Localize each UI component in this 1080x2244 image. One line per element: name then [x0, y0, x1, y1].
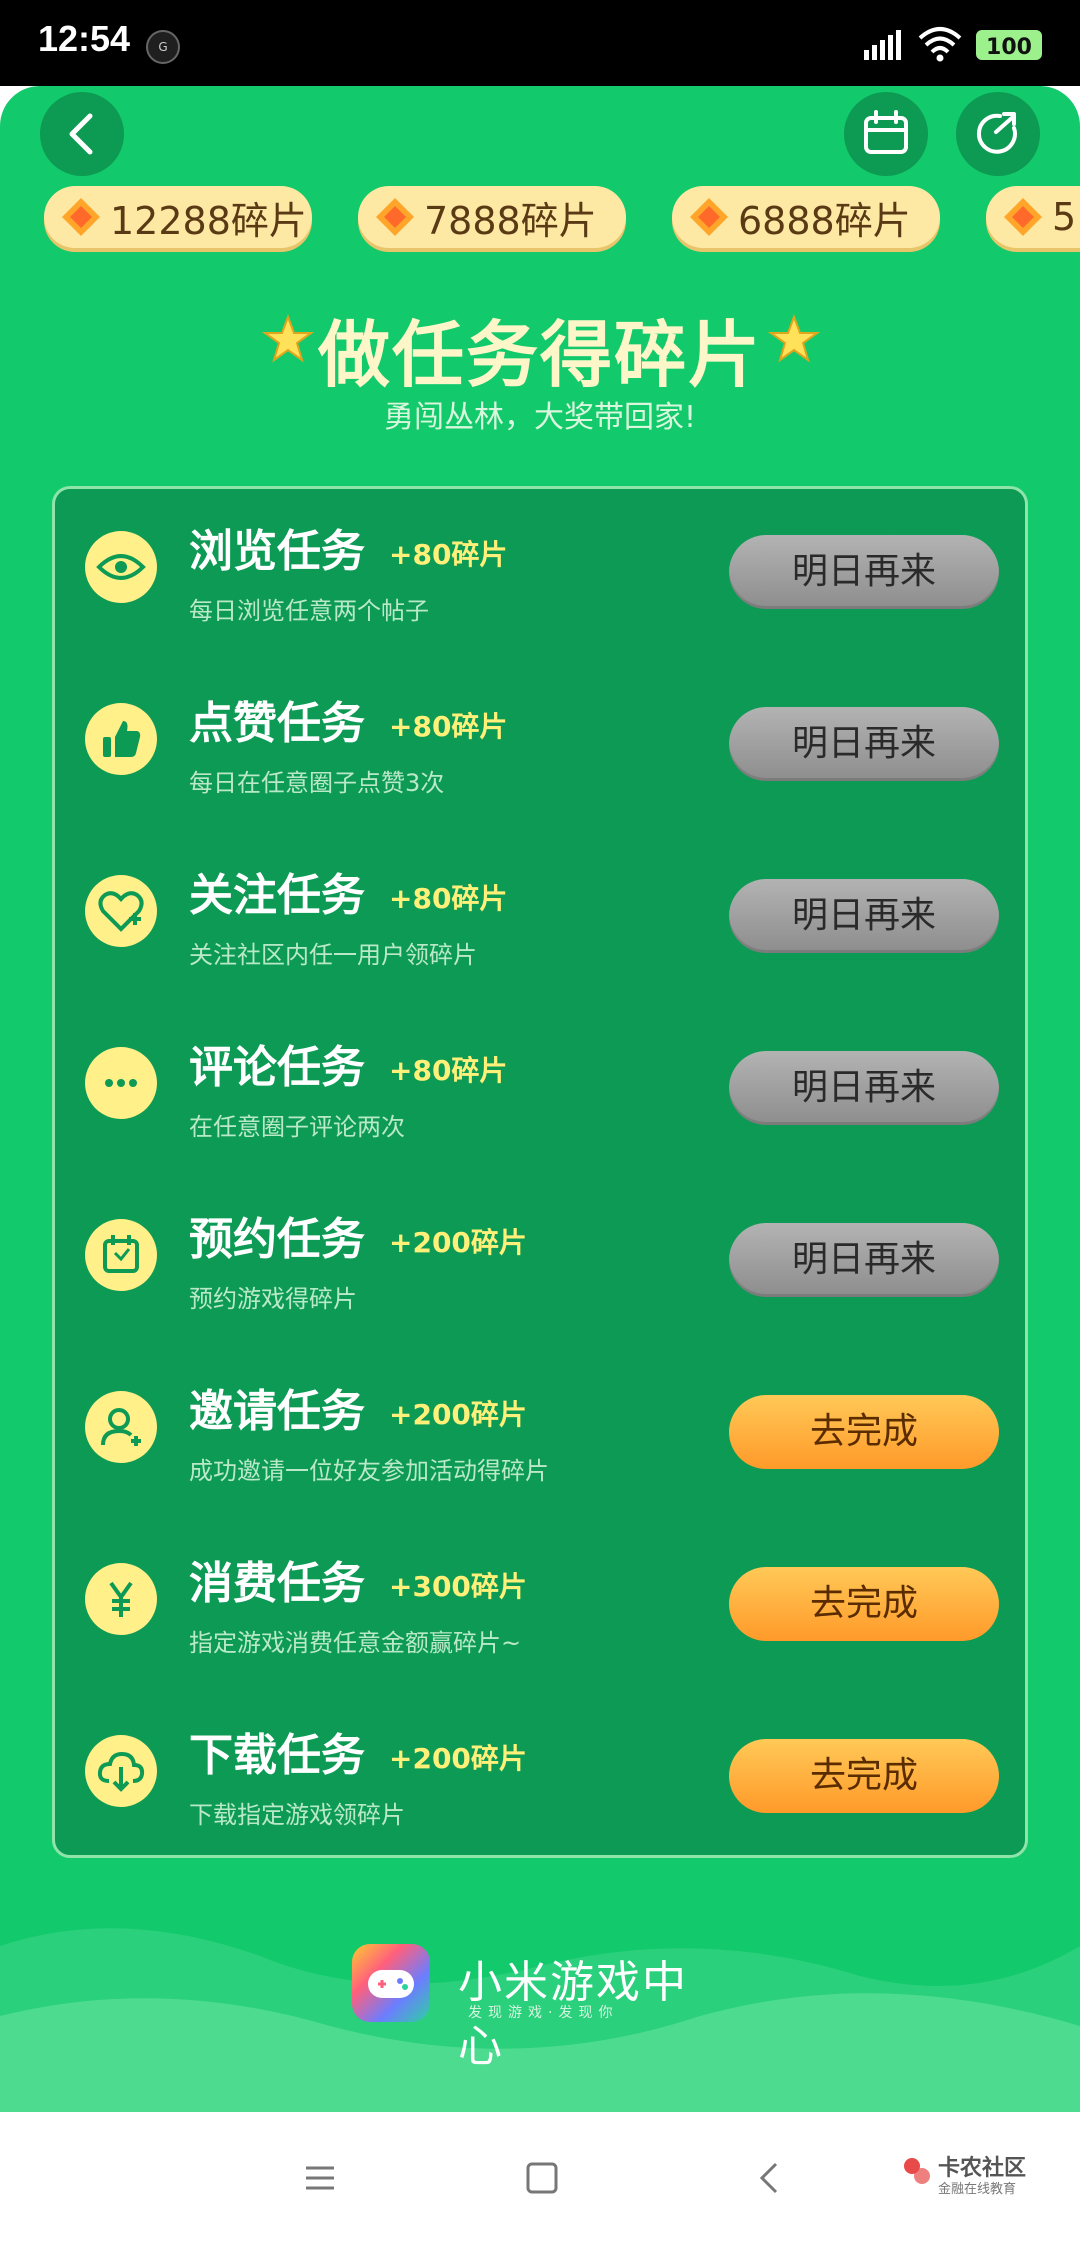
back-button[interactable]: [40, 92, 124, 176]
task-row: 点赞任务 +80碎片 每日在任意圈子点赞3次 明日再来: [55, 661, 1025, 811]
task-reward: +80碎片: [389, 710, 508, 743]
watermark-logo-icon: [904, 2158, 930, 2184]
fragment-chip-label: 7888碎片: [424, 198, 597, 243]
calendar-icon: [85, 1219, 157, 1291]
task-description: 每日在任意圈子点赞3次: [189, 769, 445, 797]
task-panel: 浏览任务 +80碎片 每日浏览任意两个帖子 明日再来 点赞任务 +80碎片 每日…: [52, 486, 1028, 1858]
task-description: 下载指定游戏领碎片: [189, 1801, 405, 1829]
home-icon[interactable]: [522, 2158, 562, 2198]
task-row: 预约任务 +200碎片 预约游戏得碎片 明日再来: [55, 1177, 1025, 1327]
calendar-button[interactable]: [844, 92, 928, 176]
status-bar: 12:54 G 100: [0, 0, 1080, 86]
task-row: 下载任务 +200碎片 下载指定游戏领碎片 去完成: [55, 1693, 1025, 1843]
task-description: 指定游戏消费任意金额赢碎片~: [189, 1629, 522, 1657]
task-name: 预约任务: [189, 1214, 365, 1265]
eye-icon: [85, 531, 157, 603]
battery-indicator: 100: [976, 30, 1042, 60]
fragment-chip[interactable]: 12288碎片: [44, 186, 312, 248]
task-description: 预约游戏得碎片: [189, 1285, 357, 1313]
come-back-tomorrow-button[interactable]: 明日再来: [729, 1223, 999, 1297]
system-navigation-bar: 卡农社区 金融在线教育: [0, 2112, 1080, 2244]
task-reward: +80碎片: [389, 1054, 508, 1087]
task-row: 浏览任务 +80碎片 每日浏览任意两个帖子 明日再来: [55, 489, 1025, 639]
task-name: 评论任务: [189, 1042, 365, 1093]
come-back-tomorrow-button[interactable]: 明日再来: [729, 535, 999, 609]
task-name: 点赞任务: [189, 698, 365, 749]
fragment-gem-icon: [690, 198, 728, 236]
task-description: 每日浏览任意两个帖子: [189, 597, 429, 625]
task-description: 关注社区内任一用户领碎片: [189, 941, 477, 969]
come-back-tomorrow-button[interactable]: 明日再来: [729, 1051, 999, 1125]
menu-icon[interactable]: [300, 2158, 340, 2198]
brand-footer: 小米游戏中心 发现游戏·发现你: [352, 1944, 732, 2072]
brand-tagline: 发现游戏·发现你: [468, 2005, 619, 2021]
fragment-gem-icon: [376, 198, 414, 236]
fragment-chip-row: 12288碎片 7888碎片 6888碎片 5: [0, 186, 1080, 252]
task-row: 邀请任务 +200碎片 成功邀请一位好友参加活动得碎片 去完成: [55, 1349, 1025, 1499]
cloud-download-icon: [85, 1735, 157, 1807]
signal-icon: [864, 30, 901, 60]
go-complete-button[interactable]: 去完成: [729, 1739, 999, 1813]
thumbs-up-icon: [85, 703, 157, 775]
task-reward: +200碎片: [389, 1226, 527, 1259]
calendar-icon: [864, 110, 908, 154]
fragment-gem-icon: [62, 198, 100, 236]
status-time: 12:54: [38, 18, 131, 59]
fragment-chip-label: 6888碎片: [738, 198, 911, 243]
heart-plus-icon: [85, 875, 157, 947]
user-plus-icon: [85, 1391, 157, 1463]
come-back-tomorrow-button[interactable]: 明日再来: [729, 879, 999, 953]
star-icon: [768, 314, 820, 363]
task-reward: +80碎片: [389, 538, 508, 571]
come-back-tomorrow-button[interactable]: 明日再来: [729, 707, 999, 781]
share-icon: [976, 112, 1017, 154]
task-reward: +300碎片: [389, 1570, 527, 1603]
task-description: 在任意圈子评论两次: [189, 1113, 405, 1141]
share-button[interactable]: [956, 92, 1040, 176]
task-name: 浏览任务: [189, 526, 365, 577]
go-complete-button[interactable]: 去完成: [729, 1395, 999, 1469]
gamepad-icon: [368, 1970, 414, 1998]
chevron-left-icon: [69, 113, 93, 155]
wifi-icon: [918, 27, 962, 62]
page-title: 做任务得碎片: [317, 313, 762, 397]
go-complete-button[interactable]: 去完成: [729, 1567, 999, 1641]
task-page: 12288碎片 7888碎片 6888碎片 5 做任务得碎片 勇闯丛林，大奖带回…: [0, 86, 1080, 2112]
comment-dots-icon: [85, 1047, 157, 1119]
task-name: 消费任务: [189, 1558, 365, 1609]
fragment-chip-label: 12288碎片: [110, 198, 307, 243]
back-nav-icon[interactable]: [750, 2158, 790, 2198]
page-subtitle: 勇闯丛林，大奖带回家!: [383, 400, 697, 435]
task-row: 评论任务 +80碎片 在任意圈子评论两次 明日再来: [55, 1005, 1025, 1155]
watermark: 卡农社区 金融在线教育: [900, 2150, 1060, 2210]
task-row: 消费任务 +300碎片 指定游戏消费任意金额赢碎片~ 去完成: [55, 1521, 1025, 1671]
task-reward: +200碎片: [389, 1398, 527, 1431]
task-reward: +80碎片: [389, 882, 508, 915]
fragment-gem-icon: [1004, 198, 1042, 236]
fragment-chip[interactable]: 7888碎片: [358, 186, 626, 248]
task-row: 关注任务 +80碎片 关注社区内任一用户领碎片 明日再来: [55, 833, 1025, 983]
task-reward: +200碎片: [389, 1742, 527, 1775]
notification-icon: G: [146, 30, 180, 64]
fragment-chip[interactable]: 6888碎片: [672, 186, 940, 248]
task-name: 下载任务: [189, 1730, 365, 1781]
fragment-chip-label: 5: [1052, 195, 1077, 239]
yen-icon: [85, 1563, 157, 1635]
fragment-chip[interactable]: 5: [986, 186, 1080, 248]
game-center-logo: [352, 1944, 430, 2022]
task-description: 成功邀请一位好友参加活动得碎片: [189, 1457, 549, 1485]
task-name: 邀请任务: [189, 1386, 365, 1437]
task-name: 关注任务: [189, 870, 365, 921]
headline: 做任务得碎片: [0, 296, 1080, 401]
watermark-subtitle: 金融在线教育: [938, 2182, 1017, 2197]
